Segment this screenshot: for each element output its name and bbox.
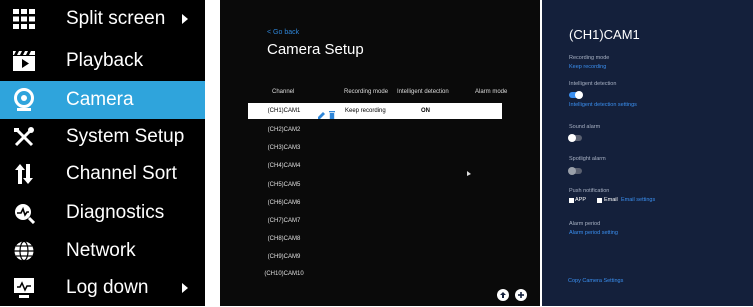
sort-icon [12,162,36,186]
intelligent-detection-toggle[interactable] [569,91,583,99]
chevron-right-icon [182,14,188,24]
toggle-knob [568,167,576,175]
table-row-channel[interactable]: (CH5)CAM5 [268,182,301,188]
menu-label: Network [66,240,136,261]
add-button[interactable] [515,289,527,301]
table-row-channel[interactable]: (CH3)CAM3 [268,145,301,151]
alarm-period-setting-link[interactable]: Alarm period setting [569,230,618,236]
camera-detail-panel: (CH1)CAM1 Recording mode Keep recording … [542,0,753,306]
menu-label: Split screen [66,8,166,29]
clapperboard-icon [12,49,36,73]
diagnostics-icon [12,201,36,225]
menu-label: Log down [66,277,149,298]
column-header-channel: Channel [272,89,295,95]
menu-item-system-setup[interactable]: System Setup [0,118,205,156]
menu-item-camera[interactable]: Camera [0,81,205,119]
app-checkbox-label: APP [575,197,587,203]
detail-title: (CH1)CAM1 [569,27,640,42]
alarm-period-label: Alarm period [569,221,601,227]
table-row-channel[interactable]: (CH6)CAM6 [268,200,301,206]
table-row-channel[interactable]: (CH4)CAM4 [268,163,301,169]
recording-mode-label: Recording mode [569,55,610,61]
tools-icon [12,125,36,149]
monitor-icon [12,276,36,300]
toggle-knob [568,134,576,142]
pencil-icon[interactable] [318,106,326,124]
intelligent-detection-settings-link[interactable]: Intelligent detection settings [569,102,637,108]
menu-label: Camera [66,89,134,110]
push-notification-label: Push notification [569,188,610,194]
upload-button[interactable] [497,289,509,301]
camera-icon [12,88,36,112]
go-back-link[interactable]: < Go back [267,29,299,36]
app-checkbox[interactable] [569,198,574,203]
sound-alarm-label: Sound alarm [569,124,601,130]
email-settings-link[interactable]: Email settings [621,197,655,203]
trash-icon[interactable] [329,106,335,124]
table-row-channel[interactable]: (CH10)CAM10 [264,271,303,277]
recording-mode-link[interactable]: Keep recording [569,64,606,70]
sound-alarm-toggle[interactable] [568,134,582,142]
grid-icon [12,7,36,31]
column-header-alarm-mode: Alarm mode [475,89,508,95]
copy-camera-settings-link[interactable]: Copy Camera Settings [568,278,623,284]
menu-label: Channel Sort [66,163,177,184]
chevron-right-icon [182,283,188,293]
email-checkbox-label: Email [604,197,618,203]
globe-icon [12,239,36,263]
menu-item-playback[interactable]: Playback [0,42,205,80]
main-menu: Split screen Playback Camera System Setu… [0,0,205,306]
column-header-recording-mode: Recording mode [344,89,389,95]
page-title: Camera Setup [267,41,364,58]
menu-item-network[interactable]: Network [0,232,205,270]
mouse-cursor-icon [467,163,471,181]
table-row-channel[interactable]: (CH2)CAM2 [268,127,301,133]
menu-item-log-down[interactable]: Log down [0,269,205,307]
spotlight-alarm-label: Spotlight alarm [569,156,606,162]
menu-item-channel-sort[interactable]: Channel Sort [0,155,205,193]
menu-label: System Setup [66,126,185,147]
camera-setup-panel: < Go back Camera Setup Channel Recording… [220,0,540,306]
email-checkbox[interactable] [597,198,602,203]
menu-item-split-screen[interactable]: Split screen [0,0,205,38]
intelligent-detection-label: Intelligent detection [569,81,617,87]
intelligent-detection-value: ON [421,108,430,114]
recording-mode-value: Keep recording [345,108,386,114]
menu-label: Playback [66,50,144,71]
table-row-channel[interactable]: (CH8)CAM8 [268,236,301,242]
table-row-channel[interactable]: (CH1)CAM1 [268,108,301,114]
spotlight-alarm-toggle[interactable] [568,167,582,175]
table-row-channel[interactable]: (CH9)CAM9 [268,254,301,260]
toggle-knob [575,91,583,99]
menu-item-diagnostics[interactable]: Diagnostics [0,194,205,232]
table-row-channel[interactable]: (CH7)CAM7 [268,218,301,224]
menu-label: Diagnostics [66,202,165,223]
column-header-intelligent-detection: Intelligent detection [397,89,449,95]
